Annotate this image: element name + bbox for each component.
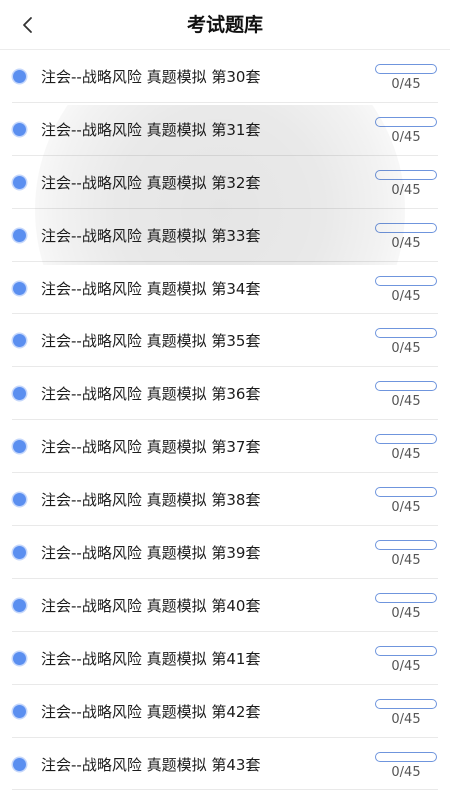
progress-bar <box>375 328 437 339</box>
exam-set-list: 注会--战略风险 真题模拟 第30套 0/45 注会--战略风险 真题模拟 第31套… <box>0 50 450 791</box>
bullet-dot-icon <box>13 69 26 83</box>
list-item[interactable]: 注会--战略风险 真题模拟 第33套 0/45 <box>0 209 450 262</box>
bullet-dot-icon <box>13 598 26 612</box>
exam-set-title: 注会--战略风险 真题模拟 第32套 <box>41 173 261 192</box>
progress-bar <box>375 116 437 127</box>
progress-bar <box>375 222 437 233</box>
exam-set-title: 注会--战略风险 真题模拟 第34套 <box>41 279 261 298</box>
exam-set-title: 注会--战略风险 真题模拟 第36套 <box>41 385 261 404</box>
exam-set-title: 注会--战略风险 真题模拟 第40套 <box>41 596 261 615</box>
bullet-dot-icon <box>13 440 26 454</box>
list-item[interactable]: 注会--战略风险 真题模拟 第34套 0/45 <box>0 262 450 315</box>
exam-set-title: 注会--战略风险 真题模拟 第33套 <box>41 226 261 245</box>
list-item[interactable]: 注会--战略风险 真题模拟 第42套 0/45 <box>0 685 450 738</box>
page-title: 考试题库 <box>186 14 263 36</box>
progress-bar <box>375 645 437 656</box>
list-item[interactable]: 注会--战略风险 真题模拟 第37套 0/45 <box>0 420 450 474</box>
list-item[interactable]: 注会--战略风险 真题模拟 第36套 0/45 <box>0 367 450 421</box>
progress-count: 0/45 <box>391 500 421 516</box>
progress-bar <box>375 169 437 180</box>
exam-set-title: 注会--战略风险 真题模拟 第41套 <box>41 649 261 668</box>
progress-count: 0/45 <box>391 394 421 410</box>
progress-bar <box>375 540 437 551</box>
exam-set-title: 注会--战略风险 真题模拟 第31套 <box>41 120 261 139</box>
progress-bar <box>375 434 437 445</box>
progress-count: 0/45 <box>391 658 421 674</box>
bullet-dot-icon <box>13 228 26 242</box>
chevron-left-icon <box>23 17 32 33</box>
progress-count: 0/45 <box>391 711 421 727</box>
bullet-dot-icon <box>13 281 26 295</box>
exam-set-title: 注会--战略风险 真题模拟 第38套 <box>41 491 261 510</box>
progress-bar <box>375 487 437 498</box>
bullet-dot-icon <box>13 493 26 507</box>
exam-set-title: 注会--战略风险 真题模拟 第35套 <box>41 332 261 351</box>
progress-count: 0/45 <box>391 764 421 780</box>
list-item[interactable]: 注会--战略风险 真题模拟 第40套 0/45 <box>0 579 450 632</box>
bullet-dot-icon <box>13 387 26 401</box>
bullet-dot-icon <box>13 122 26 136</box>
exam-set-title: 注会--战略风险 真题模拟 第43套 <box>41 755 261 774</box>
progress-count: 0/45 <box>391 182 421 198</box>
list-item[interactable]: 注会--战略风险 真题模拟 第39套 0/45 <box>0 526 450 579</box>
progress-bar <box>375 592 437 603</box>
bullet-dot-icon <box>13 545 26 559</box>
progress-count: 0/45 <box>391 129 421 145</box>
list-item[interactable]: 注会--战略风险 真题模拟 第31套 0/45 <box>0 103 450 156</box>
progress-bar <box>375 275 437 286</box>
back-button[interactable] <box>12 9 44 41</box>
progress-bar <box>375 381 437 392</box>
bullet-dot-icon <box>13 175 26 189</box>
progress-count: 0/45 <box>391 341 421 357</box>
exam-set-title: 注会--战略风险 真题模拟 第37套 <box>41 438 261 457</box>
exam-set-title: 注会--战略风险 真题模拟 第42套 <box>41 702 261 721</box>
progress-count: 0/45 <box>391 288 421 304</box>
progress-bar <box>375 64 437 74</box>
top-bar: 考试题库 <box>0 0 450 50</box>
list-item[interactable]: 注会--战略风险 真题模拟 第43套 0/45 <box>0 738 450 791</box>
bullet-dot-icon <box>13 334 26 348</box>
progress-count: 0/45 <box>391 605 421 621</box>
list-item[interactable]: 注会--战略风险 真题模拟 第35套 0/45 <box>0 314 450 368</box>
progress-count: 0/45 <box>391 235 421 251</box>
list-item[interactable]: 注会--战略风险 真题模拟 第30套 0/45 <box>0 50 450 103</box>
progress-count: 0/45 <box>391 553 421 569</box>
progress-count: 0/45 <box>391 77 421 92</box>
list-item[interactable]: 注会--战略风险 真题模拟 第32套 0/45 <box>0 156 450 209</box>
list-item[interactable]: 注会--战略风险 真题模拟 第41套 0/45 <box>0 632 450 685</box>
bullet-dot-icon <box>13 757 26 771</box>
progress-count: 0/45 <box>391 447 421 463</box>
exam-set-title: 注会--战略风险 真题模拟 第30套 <box>41 67 261 86</box>
progress-bar <box>375 751 437 762</box>
progress-bar <box>375 698 437 709</box>
exam-set-title: 注会--战略风险 真题模拟 第39套 <box>41 543 261 562</box>
list-item[interactable]: 注会--战略风险 真题模拟 第38套 0/45 <box>0 473 450 526</box>
bullet-dot-icon <box>13 651 26 665</box>
bullet-dot-icon <box>13 704 26 718</box>
